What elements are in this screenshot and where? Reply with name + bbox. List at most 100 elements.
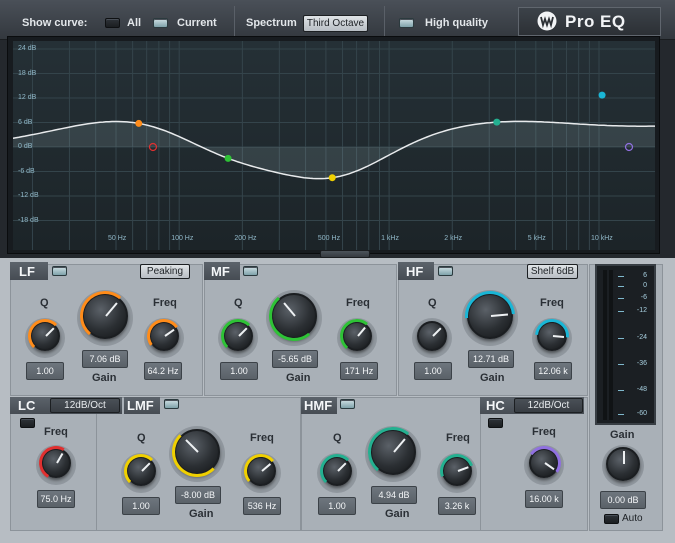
hmf-q-label: Q: [333, 432, 342, 444]
mf-band-node[interactable]: [224, 154, 232, 162]
mf-freq-label: Freq: [346, 297, 370, 309]
lc-band-title: LC: [18, 398, 36, 413]
lc-freq-value[interactable]: 75.0 Hz: [37, 490, 75, 508]
current-curve-toggle[interactable]: [153, 18, 168, 28]
hc-slope-select[interactable]: 12dB/Oct: [514, 398, 583, 413]
frequency-scale-label: 5 kHz: [527, 235, 546, 242]
meter-tick: [618, 276, 624, 277]
hc-freq-label: Freq: [532, 426, 556, 438]
all-curve-label: All: [127, 17, 142, 29]
spectrum-label: Spectrum: [246, 17, 297, 29]
all-curve-toggle[interactable]: [105, 18, 120, 28]
meter-tick: [618, 364, 624, 365]
lf-freq-knob[interactable]: [144, 316, 184, 356]
lmf-enable-toggle[interactable]: [164, 399, 179, 409]
lc-enable-toggle[interactable]: [20, 418, 35, 428]
lf-q-knob[interactable]: [28, 319, 62, 353]
hmf-gain-value[interactable]: 4.94 dB: [371, 486, 417, 504]
db-scale-label: 18 dB: [18, 69, 37, 77]
lmf-q-value[interactable]: 1.00: [122, 497, 160, 515]
mf-freq-knob[interactable]: [338, 317, 376, 355]
mf-freq-value[interactable]: 171 Hz: [340, 362, 378, 380]
meter-bar-left: [603, 270, 607, 420]
frequency-scale-label: 100 Hz: [171, 235, 194, 242]
high-quality-toggle[interactable]: [399, 18, 414, 28]
lmf-gain-value[interactable]: -8.00 dB: [175, 486, 221, 504]
mf-q-knob[interactable]: [221, 319, 255, 353]
hf-gain-knob[interactable]: [454, 280, 526, 352]
hmf-freq-value[interactable]: 3.26 k: [438, 497, 476, 515]
lf-freq-value[interactable]: 64.2 Hz: [144, 362, 182, 380]
hf-freq-label: Freq: [540, 297, 564, 309]
lf-gain-value[interactable]: 7.06 dB: [82, 350, 128, 368]
lf-band-node[interactable]: [135, 119, 143, 127]
lf-enable-toggle[interactable]: [52, 266, 67, 276]
lf-q-value[interactable]: 1.00: [26, 362, 64, 380]
lf-mode-select[interactable]: Peaking: [140, 264, 190, 279]
hf-band-title: HF: [406, 264, 424, 279]
hmf-q-value[interactable]: 1.00: [318, 497, 356, 515]
hf-q-knob[interactable]: [417, 321, 447, 351]
hmf-enable-toggle[interactable]: [340, 399, 355, 409]
mf-q-label: Q: [234, 297, 243, 309]
graph-collapse-handle[interactable]: [320, 250, 370, 263]
hf-q-label: Q: [428, 297, 437, 309]
frequency-scale-label: 1 kHz: [381, 235, 399, 242]
hc-freq-value[interactable]: 16.00 k: [525, 490, 563, 508]
frequency-scale-label: 2 kHz: [444, 235, 463, 242]
db-scale-label: 24 dB: [18, 45, 37, 52]
db-scale-label: 0 dB: [18, 143, 33, 150]
meter-tick: [618, 390, 624, 391]
hmf-band-node[interactable]: [493, 118, 501, 126]
hf-gain-value[interactable]: 12.71 dB: [468, 350, 514, 368]
auto-gain-label: Auto: [622, 513, 643, 524]
output-gain-value[interactable]: 0.00 dB: [600, 491, 646, 509]
lc-freq-knob[interactable]: [35, 442, 77, 484]
spectrum-mode-select[interactable]: Third Octave: [303, 15, 368, 32]
mf-gain-value[interactable]: -5.65 dB: [272, 350, 318, 368]
hmf-band-title: HMF: [304, 398, 333, 413]
eq-curve-display[interactable]: [13, 41, 655, 250]
lmf-freq-value[interactable]: 536 Hz: [243, 497, 281, 515]
hf-enable-toggle[interactable]: [438, 266, 453, 276]
auto-gain-toggle[interactable]: [604, 514, 619, 524]
hf-q-value[interactable]: 1.00: [414, 362, 452, 380]
lf-gain-knob[interactable]: [77, 288, 133, 344]
hc-enable-toggle[interactable]: [488, 418, 503, 428]
lc-slope-select[interactable]: 12dB/Oct: [50, 398, 120, 413]
hmf-gain-knob[interactable]: [365, 424, 421, 480]
high-quality-label: High quality: [425, 17, 488, 29]
meter-scale-label: -6: [640, 294, 647, 301]
hc-freq-knob[interactable]: [524, 443, 564, 483]
db-scale-label: -18 dB: [18, 216, 39, 224]
lc-freq-label: Freq: [44, 426, 68, 438]
db-scale-label: 12 dB: [18, 94, 37, 101]
current-curve-label: Current: [177, 17, 217, 29]
lmf-freq-knob[interactable]: [242, 452, 280, 490]
lmf-freq-label: Freq: [250, 432, 274, 444]
frequency-scale-label: 50 Hz: [108, 235, 127, 242]
hf-freq-value[interactable]: 12.06 k: [534, 362, 572, 380]
mf-enable-toggle[interactable]: [243, 266, 258, 276]
output-gain-label: Gain: [610, 429, 635, 441]
lf-gain-label: Gain: [92, 372, 117, 384]
hf-mode-select[interactable]: Shelf 6dB: [527, 264, 578, 279]
meter-tick: [618, 286, 624, 287]
mf-gain-knob[interactable]: [266, 288, 322, 344]
output-gain-knob[interactable]: [606, 447, 640, 481]
hmf-freq-label: Freq: [446, 432, 470, 444]
hmf-freq-knob[interactable]: [434, 448, 480, 494]
hf-freq-knob[interactable]: [528, 312, 576, 360]
mf-band-title: MF: [211, 264, 230, 279]
lmf-q-label: Q: [137, 432, 146, 444]
hmf-q-knob[interactable]: [320, 454, 354, 488]
mf-q-value[interactable]: 1.00: [220, 362, 258, 380]
knob-pointer: [432, 327, 442, 337]
lmf-band-node[interactable]: [328, 174, 336, 182]
knob-pointer: [623, 451, 625, 464]
lmf-gain-knob[interactable]: [172, 427, 222, 477]
hf-band-node[interactable]: [598, 91, 606, 99]
db-scale-label: -12 dB: [18, 192, 39, 199]
hc-band-title: HC: [486, 398, 505, 413]
lmf-q-knob[interactable]: [124, 454, 158, 488]
